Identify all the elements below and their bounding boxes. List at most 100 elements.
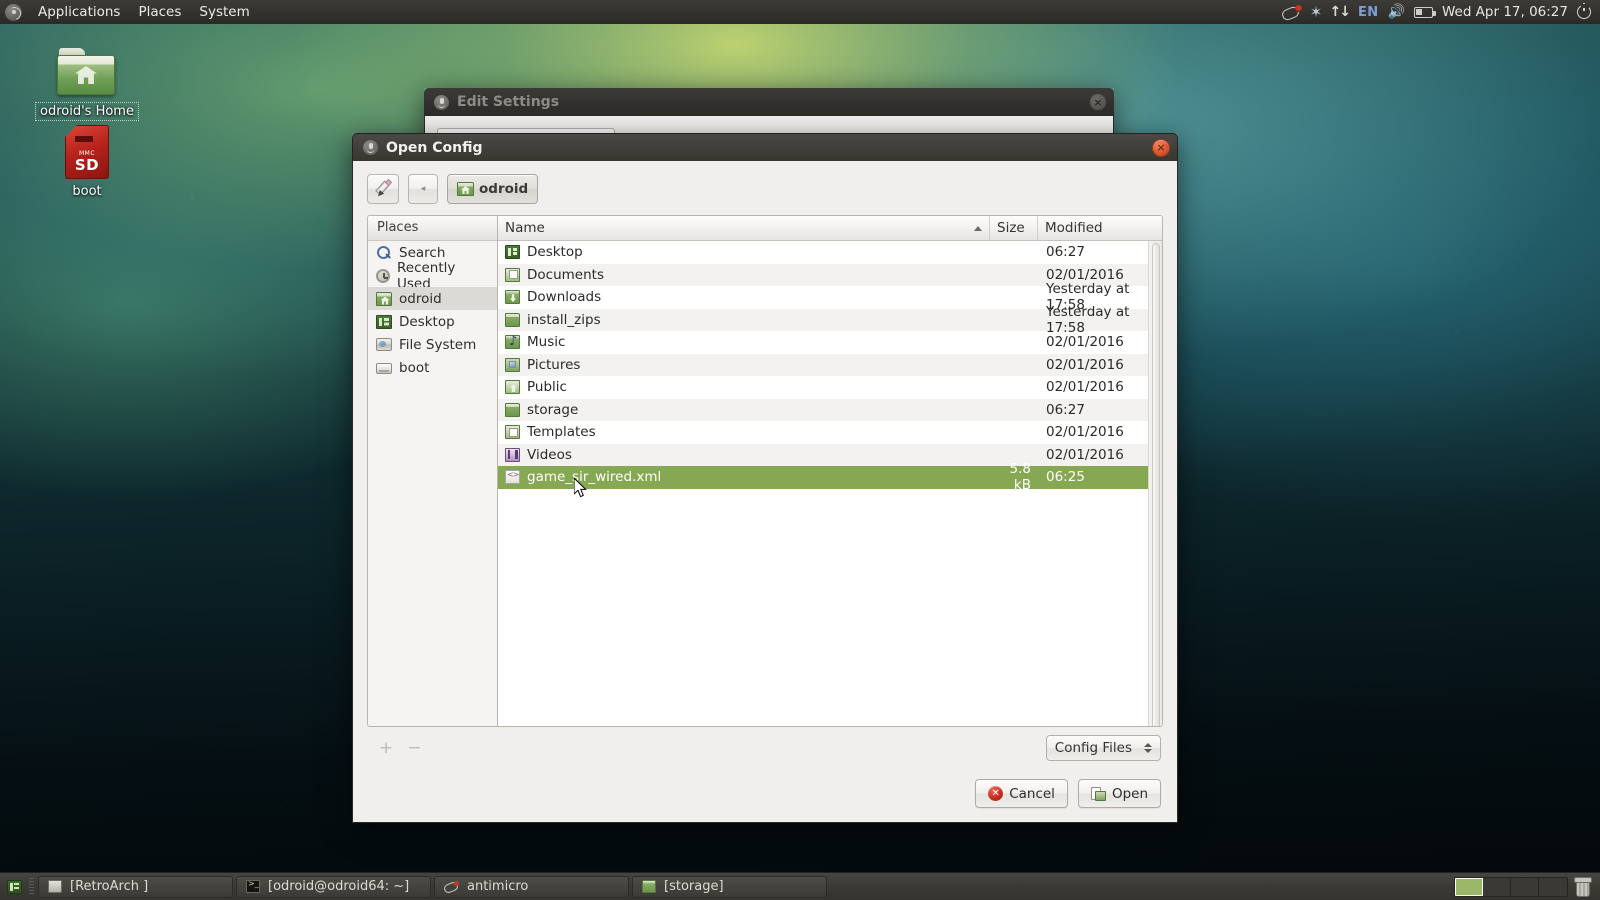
file-name: Videos	[527, 447, 572, 463]
table-row[interactable]: install_zips Yesterday at 17:58	[498, 309, 1162, 332]
desktop-folder-icon	[505, 245, 520, 259]
open-button[interactable]: Open	[1078, 779, 1161, 808]
file-name: Pictures	[527, 357, 580, 373]
close-icon[interactable]: ×	[1089, 93, 1107, 111]
file-modified: 06:27	[1038, 244, 1162, 260]
close-icon[interactable]: ×	[1152, 139, 1170, 157]
file-name: Desktop	[527, 244, 583, 260]
menu-places[interactable]: Places	[129, 1, 190, 24]
music-folder-icon	[505, 335, 520, 349]
filter-row: + − Config Files	[353, 727, 1177, 761]
clock[interactable]: Wed Apr 17, 06:27	[1442, 2, 1568, 22]
file-name: Music	[527, 334, 565, 350]
cancel-icon: ✕	[988, 786, 1003, 801]
cancel-button-label: Cancel	[1009, 786, 1055, 802]
menu-system[interactable]: System	[190, 1, 258, 24]
table-row[interactable]: Videos 02/01/2016	[498, 444, 1162, 467]
trash-icon[interactable]	[1574, 877, 1592, 897]
open-config-dialog[interactable]: Open Config × ◂ odroid Places Search	[352, 133, 1178, 823]
remove-bookmark-button[interactable]: −	[407, 738, 421, 758]
folder-icon	[505, 403, 520, 417]
column-header-size[interactable]: Size	[990, 216, 1038, 240]
window-menu-icon[interactable]	[434, 95, 449, 110]
dialog-titlebar[interactable]: Open Config ×	[352, 133, 1178, 161]
file-modified: 02/01/2016	[1038, 379, 1162, 395]
file-modified: 06:25	[1038, 469, 1162, 485]
gamepad-icon[interactable]	[1282, 2, 1302, 22]
taskbar-grip[interactable]	[29, 878, 34, 896]
network-updown-icon[interactable]: ↑↓	[1329, 2, 1348, 22]
templates-folder-icon	[505, 425, 520, 439]
file-type-filter-value: Config Files	[1055, 740, 1132, 756]
sidebar-item-label: odroid	[399, 291, 442, 307]
table-row-selected[interactable]: game_sir_wired.xml 5.8 kB 06:25	[498, 466, 1162, 489]
cancel-button[interactable]: ✕ Cancel	[975, 779, 1068, 808]
back-button[interactable]: ◂	[408, 174, 438, 204]
taskbar-item-label: antimicro	[467, 879, 528, 894]
terminal-icon	[246, 880, 260, 893]
desktop-icon-boot[interactable]: MMCSD boot	[28, 125, 146, 200]
ubuntu-logo[interactable]	[5, 4, 22, 21]
sidebar-item-boot[interactable]: boot	[368, 356, 497, 379]
table-row[interactable]: Pictures 02/01/2016	[498, 354, 1162, 377]
window-menu-icon[interactable]	[363, 140, 378, 155]
sidebar-item-odroid[interactable]: odroid	[368, 287, 497, 310]
sidebar-item-desktop[interactable]: Desktop	[368, 310, 497, 333]
bookmark-controls: + −	[369, 738, 422, 758]
taskbar-item-label: [RetroArch ]	[70, 879, 148, 894]
table-row[interactable]: Public 02/01/2016	[498, 376, 1162, 399]
workspace-3[interactable]	[1511, 878, 1539, 896]
file-name: install_zips	[527, 312, 601, 328]
home-folder-icon	[57, 48, 117, 98]
sidebar-item-file-system[interactable]: File System	[368, 333, 497, 356]
taskbar-item-terminal[interactable]: [odroid@odroid64: ~]	[236, 876, 431, 898]
breadcrumb-odroid[interactable]: odroid	[447, 174, 538, 204]
top-panel: Applications Places System ✶ ↑↓ EN 🔊 Wed…	[0, 0, 1600, 24]
file-modified: 02/01/2016	[1038, 424, 1162, 440]
open-file-icon	[1091, 787, 1106, 801]
workspace-2[interactable]	[1483, 878, 1511, 896]
home-folder-icon	[457, 182, 474, 196]
file-name: Templates	[527, 424, 596, 440]
xml-file-icon	[505, 470, 520, 484]
column-header-name[interactable]: Name	[498, 216, 990, 240]
taskbar-item-antimicro[interactable]: antimicro	[434, 876, 629, 898]
file-modified: 06:27	[1038, 402, 1162, 418]
table-row[interactable]: Music 02/01/2016	[498, 331, 1162, 354]
taskbar-item-retroarch[interactable]: [RetroArch ]	[38, 876, 233, 898]
hard-disk-icon	[376, 338, 392, 351]
taskbar: [RetroArch ] [odroid@odroid64: ~] antimi…	[0, 872, 1600, 900]
downloads-folder-icon	[505, 290, 520, 304]
column-header-modified[interactable]: Modified	[1038, 216, 1162, 240]
table-row[interactable]: storage 06:27	[498, 399, 1162, 422]
edit-settings-titlebar[interactable]: Edit Settings ×	[424, 88, 1114, 116]
chevron-updown-icon	[1144, 743, 1152, 753]
keyboard-layout-indicator[interactable]: EN	[1358, 2, 1379, 22]
search-icon	[376, 245, 392, 260]
sidebar-item-label: boot	[399, 360, 429, 376]
type-path-button[interactable]	[367, 174, 399, 204]
taskbar-item-storage[interactable]: [storage]	[632, 876, 827, 898]
table-row[interactable]: Desktop 06:27	[498, 241, 1162, 264]
sidebar-item-recently-used[interactable]: Recently Used	[368, 264, 497, 287]
show-desktop-button[interactable]	[3, 876, 25, 898]
power-icon[interactable]	[1577, 2, 1591, 22]
vertical-scrollbar[interactable]	[1148, 241, 1162, 726]
show-desktop-icon	[7, 880, 22, 894]
dialog-actions: ✕ Cancel Open	[353, 779, 1177, 822]
workspace-switcher[interactable]	[1454, 877, 1568, 897]
file-name: game_sir_wired.xml	[527, 469, 661, 485]
add-bookmark-button[interactable]: +	[379, 738, 393, 758]
file-type-filter[interactable]: Config Files	[1046, 735, 1161, 761]
pictures-folder-icon	[505, 358, 520, 372]
table-row[interactable]: Templates 02/01/2016	[498, 421, 1162, 444]
battery-icon[interactable]	[1414, 2, 1433, 22]
workspace-4[interactable]	[1539, 878, 1567, 896]
menu-applications[interactable]: Applications	[29, 1, 129, 24]
speaker-icon[interactable]: 🔊	[1388, 2, 1405, 22]
desktop-icon-home[interactable]: odroid's Home	[28, 48, 146, 121]
bluetooth-icon[interactable]: ✶	[1311, 5, 1320, 20]
workspace-1[interactable]	[1455, 878, 1483, 896]
drive-icon	[376, 363, 392, 374]
scrollbar-thumb[interactable]	[1152, 243, 1160, 727]
